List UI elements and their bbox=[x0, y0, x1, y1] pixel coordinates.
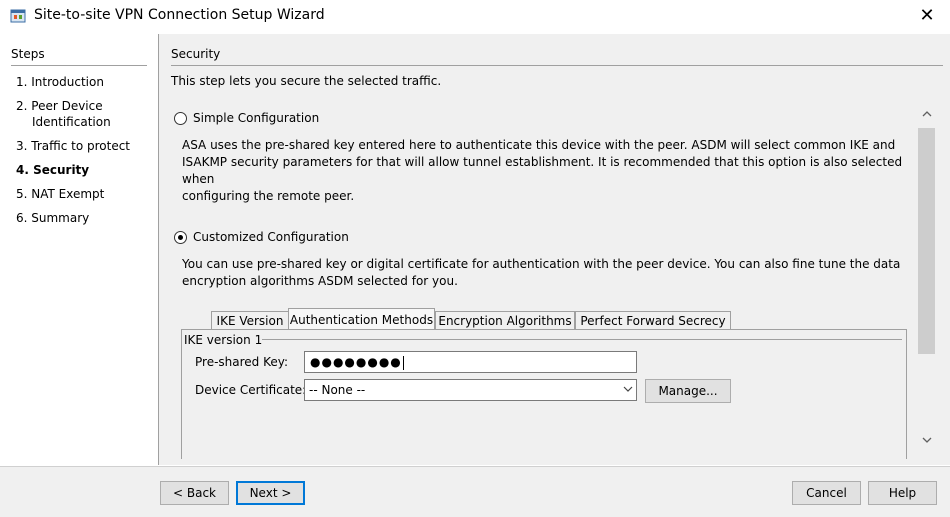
simple-config-description: ASA uses the pre-shared key entered here… bbox=[182, 137, 937, 205]
simple-config-label[interactable]: Simple Configuration bbox=[193, 111, 319, 125]
steps-divider bbox=[11, 65, 147, 66]
chevron-up-icon[interactable] bbox=[916, 106, 937, 126]
security-options: Simple Configuration ASA uses the pre-sh… bbox=[159, 104, 937, 459]
chevron-down-icon[interactable] bbox=[916, 432, 937, 452]
content-panel: Security This step lets you secure the s… bbox=[159, 34, 950, 465]
tab-perfect-forward-secrecy[interactable]: Perfect Forward Secrecy bbox=[575, 311, 731, 330]
custom-config-radio[interactable] bbox=[174, 231, 187, 244]
psk-field[interactable]: ●●●●●●●● bbox=[304, 351, 637, 373]
back-button[interactable]: < Back bbox=[160, 481, 229, 505]
device-certificate-label: Device Certificate: bbox=[195, 383, 307, 397]
custom-desc-line: You can use pre-shared key or digital ce… bbox=[182, 257, 901, 271]
manage-button[interactable]: Manage... bbox=[645, 379, 731, 403]
steps-panel: Steps 1. Introduction 2. Peer Device Ide… bbox=[0, 34, 159, 465]
custom-config-description: You can use pre-shared key or digital ce… bbox=[182, 256, 900, 290]
custom-config-label[interactable]: Customized Configuration bbox=[193, 230, 349, 244]
tab-ike-version[interactable]: IKE Version bbox=[211, 311, 289, 330]
ike-version-group-label: IKE version 1 bbox=[184, 333, 263, 347]
device-certificate-value: -- None -- bbox=[309, 383, 366, 397]
next-button[interactable]: Next > bbox=[236, 481, 305, 505]
section-divider bbox=[171, 65, 943, 66]
chevron-down-icon bbox=[623, 382, 633, 404]
simple-config-radio[interactable] bbox=[174, 112, 187, 125]
psk-value: ●●●●●●●● bbox=[310, 355, 402, 369]
step-traffic: 3. Traffic to protect bbox=[16, 139, 131, 153]
simple-desc-line: configuring the remote peer. bbox=[182, 189, 355, 203]
section-description: This step lets you secure the selected t… bbox=[171, 74, 442, 88]
step-introduction: 1. Introduction bbox=[16, 75, 104, 89]
tab-authentication-methods[interactable]: Authentication Methods bbox=[288, 308, 435, 331]
simple-desc-line: ISAKMP security parameters for that will… bbox=[182, 155, 903, 186]
asdm-wizard-icon bbox=[10, 9, 26, 23]
step-summary: 6. Summary bbox=[16, 211, 90, 225]
step-peer-device: 2. Peer Device bbox=[16, 99, 103, 113]
steps-title: Steps bbox=[11, 47, 45, 61]
radio-selected-dot bbox=[178, 235, 183, 240]
step-nat-exempt: 5. NAT Exempt bbox=[16, 187, 105, 201]
wizard-footer: < Back Next > Cancel Help bbox=[0, 466, 950, 517]
tab-encryption-algorithms[interactable]: Encryption Algorithms bbox=[435, 311, 575, 330]
section-title: Security bbox=[171, 47, 221, 61]
group-divider bbox=[262, 339, 902, 340]
auth-methods-panel: IKE version 1 Pre-shared Key: ●●●●●●●● D… bbox=[181, 329, 907, 459]
vertical-scrollbar[interactable] bbox=[916, 104, 937, 454]
close-icon[interactable]: ✕ bbox=[904, 0, 950, 32]
help-button[interactable]: Help bbox=[868, 481, 937, 505]
step-security: 4. Security bbox=[16, 163, 90, 177]
text-caret bbox=[402, 355, 404, 370]
simple-desc-line: ASA uses the pre-shared key entered here… bbox=[182, 138, 896, 152]
psk-label: Pre-shared Key: bbox=[195, 355, 289, 369]
step-peer-device-cont: Identification bbox=[32, 115, 111, 129]
title-bar: Site-to-site VPN Connection Setup Wizard… bbox=[0, 0, 950, 32]
scrollbar-thumb[interactable] bbox=[918, 128, 935, 354]
window-title: Site-to-site VPN Connection Setup Wizard bbox=[34, 7, 325, 23]
device-certificate-select[interactable]: -- None -- bbox=[304, 379, 637, 401]
cancel-button[interactable]: Cancel bbox=[792, 481, 861, 505]
custom-desc-line: encryption algorithms ASDM selected for … bbox=[182, 274, 458, 288]
